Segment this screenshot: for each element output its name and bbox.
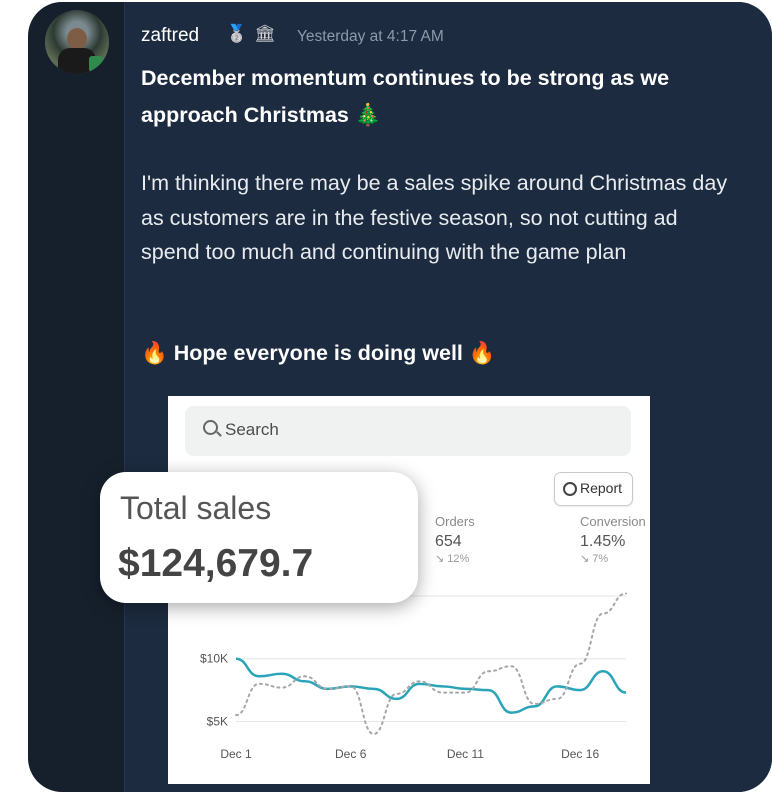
- y-tick-label: $5K: [207, 714, 228, 728]
- hope-text: Hope everyone is doing well: [173, 341, 463, 365]
- x-tick-label: Dec 6: [335, 747, 367, 761]
- total-sales-label: Total sales: [120, 490, 272, 526]
- report-label: Report: [580, 480, 623, 496]
- metric-value: 654: [435, 533, 462, 550]
- report-button[interactable]: Report: [554, 472, 633, 506]
- previous-period-line: [235, 592, 627, 736]
- x-tick-label: Dec 1: [220, 747, 252, 761]
- metric-label: Orders: [435, 514, 475, 529]
- avatar[interactable]: [45, 10, 109, 74]
- x-tick-label: Dec 11: [447, 747, 484, 761]
- avatar-head: [67, 28, 87, 50]
- bank-icon[interactable]: 🏛: [254, 24, 276, 44]
- total-sales-callout: Total sales $124,679.7: [100, 472, 418, 603]
- total-sales-value: $124,679.7: [118, 542, 314, 585]
- search-bar[interactable]: Search: [185, 406, 631, 456]
- message-headline: December momentum continues to be strong…: [141, 60, 741, 134]
- message-paragraph: I'm thinking there may be a sales spike …: [141, 171, 728, 264]
- y-tick-label: $10K: [200, 652, 228, 666]
- username[interactable]: zaftred: [141, 25, 199, 47]
- fire-icon: 🔥: [468, 341, 496, 365]
- sales-line-chart: $5K$10K$15KDec 1Dec 6Dec 11Dec 16: [200, 589, 627, 761]
- report-icon: [563, 482, 577, 496]
- x-tick-label: Dec 16: [561, 747, 599, 761]
- metric-value: 1.45%: [580, 533, 626, 550]
- headline-text: December momentum continues to be strong…: [141, 66, 670, 127]
- timestamp: Yesterday at 4:17 AM: [297, 28, 444, 45]
- avatar-badge: [89, 56, 103, 72]
- message-hope-line: 🔥 Hope everyone is doing well 🔥: [141, 341, 496, 366]
- metric-change: ↘ 12%: [435, 553, 470, 565]
- fire-icon: 🔥: [141, 341, 168, 365]
- christmas-tree-icon: 🎄: [354, 103, 382, 127]
- metric-label: Conversion: [580, 514, 646, 529]
- search-icon: [203, 420, 218, 435]
- medal-icon[interactable]: 🥈: [226, 24, 247, 44]
- metric-change: ↘ 7%: [580, 553, 609, 565]
- search-placeholder: Search: [225, 420, 279, 439]
- metric-conversion: Conversion 1.45% ↘ 7%: [580, 514, 646, 565]
- metric-orders: Orders 654 ↘ 12%: [435, 514, 475, 565]
